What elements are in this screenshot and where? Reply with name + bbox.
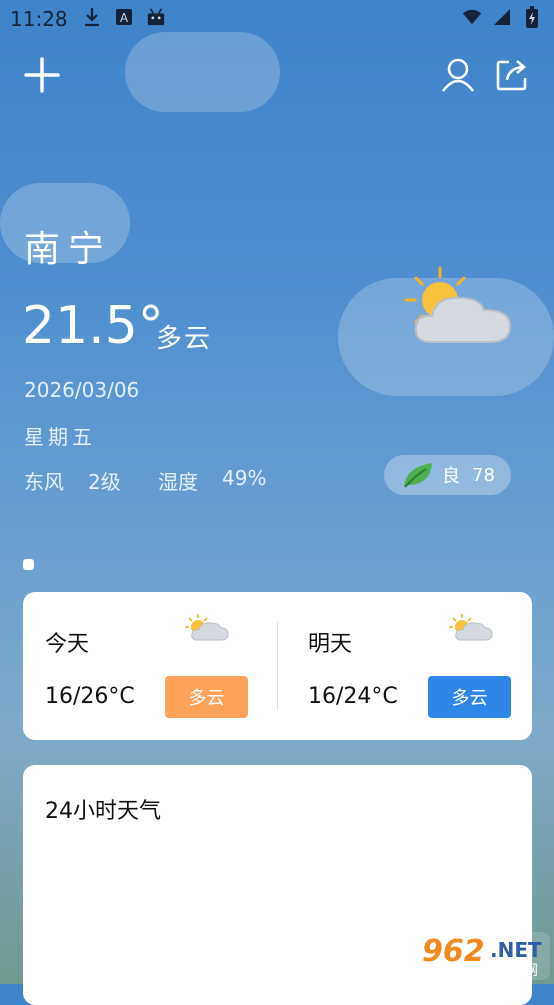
background-cloud: [125, 32, 280, 112]
air-quality-badge[interactable]: 良 78: [384, 455, 511, 495]
plus-icon: [24, 57, 60, 93]
tomorrow-weather-icon: [449, 614, 493, 641]
download-icon: [82, 6, 102, 28]
watermark-logo: 962 .NET 乐游网: [416, 932, 550, 980]
aqi-value: 78: [472, 464, 495, 486]
hourly-title: 24小时天气: [45, 799, 161, 824]
humidity-label: 湿度: [158, 470, 198, 494]
battery-icon: [522, 6, 542, 28]
today-weather-icon: [185, 614, 229, 641]
a-icon: A: [114, 6, 134, 28]
wind-direction: 东风: [24, 470, 64, 494]
tomorrow-condition-badge: 多云: [428, 676, 511, 718]
user-button[interactable]: [438, 55, 478, 95]
share-button[interactable]: [492, 55, 532, 95]
leaf-icon: [404, 463, 432, 488]
today-condition-badge: 多云: [165, 676, 248, 718]
partly-cloudy-icon: [404, 266, 512, 343]
status-time: 11:28: [10, 7, 68, 31]
forecast-card: 今天 16/26°C 多云 明天 16/24°C 多云: [23, 592, 532, 740]
add-city-button[interactable]: [22, 55, 62, 95]
current-weekday: 星期五: [24, 425, 96, 449]
current-condition: 多云: [156, 324, 213, 354]
watermark-net: .NET: [490, 938, 542, 962]
today-label: 今天: [45, 632, 90, 657]
city-name: 南宁: [24, 229, 113, 270]
humidity-value: 49%: [222, 466, 267, 490]
page-indicator: [23, 559, 34, 570]
user-icon: [441, 58, 475, 92]
watermark-number: 962: [422, 934, 485, 969]
tomorrow-temp-range: 16/24°C: [308, 684, 398, 709]
forecast-divider: [277, 622, 278, 710]
tomorrow-label: 明天: [308, 632, 353, 657]
aqi-label: 良: [442, 466, 460, 487]
current-temperature: 21.5°: [22, 296, 164, 356]
share-icon: [496, 60, 527, 91]
status-bar: 11:28 A: [0, 0, 554, 36]
wind-level: 2级: [88, 470, 121, 494]
signal-icon: [492, 6, 512, 28]
svg-text:A: A: [120, 11, 129, 25]
watermark-sub: 乐游网: [496, 963, 538, 979]
android-icon: [146, 6, 166, 28]
current-date: 2026/03/06: [24, 378, 140, 402]
today-temp-range: 16/26°C: [45, 684, 135, 709]
wifi-icon: [462, 6, 482, 28]
